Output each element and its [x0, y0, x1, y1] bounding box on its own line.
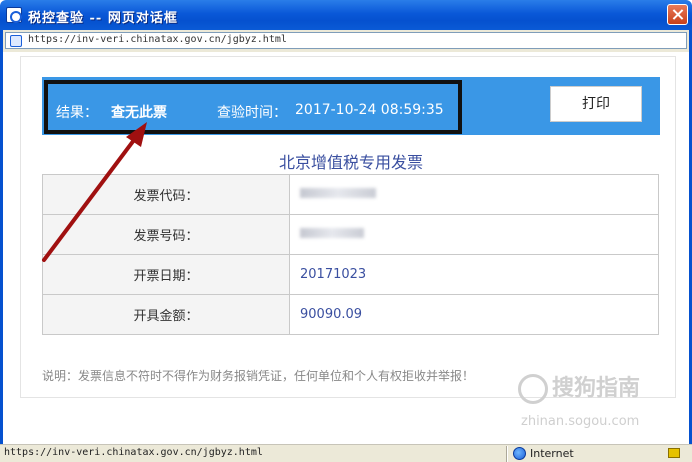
ie-app-icon [6, 7, 22, 23]
status-url: https://inv-veri.chinatax.gov.cn/jgbyz.h… [4, 447, 263, 458]
lock-icon [668, 448, 680, 458]
dialog-title: 税控查验 -- 网页对话框 [28, 11, 178, 26]
result-panel: 结果： 查无此票 查验时间： 2017-10-24 08:59:35 打印 北京… [20, 56, 676, 398]
page-icon [10, 35, 22, 47]
amount-label: 开具金额： [42, 294, 290, 335]
table-row: 发票号码： [42, 214, 659, 255]
dialog-content: 结果： 查无此票 查验时间： 2017-10-24 08:59:35 打印 北京… [0, 52, 692, 444]
globe-icon [513, 447, 526, 460]
watermark-brand: 搜狗指南 [552, 376, 641, 401]
result-label: 结果： [56, 105, 98, 121]
amount-value: 90090.09 [289, 294, 659, 335]
close-button[interactable] [667, 4, 688, 25]
address-field[interactable]: https://inv-veri.chinatax.gov.cn/jgbyz.h… [5, 32, 687, 49]
result-highlight-box: 结果： 查无此票 查验时间： 2017-10-24 08:59:35 [44, 80, 462, 134]
invoice-code-label: 发票代码： [42, 174, 290, 215]
issue-date-value: 20171023 [289, 254, 659, 295]
table-row: 开票日期： 20171023 [42, 254, 659, 295]
check-time-value: 2017-10-24 08:59:35 [295, 102, 444, 118]
invoice-info-table: 发票代码： 发票号码： 开票日期： 20171023 开具金额： 90090.0… [42, 174, 659, 335]
watermark-domain: zhinan.sogou.com [521, 414, 640, 429]
table-row: 开具金额： 90090.09 [42, 294, 659, 335]
result-bar: 结果： 查无此票 查验时间： 2017-10-24 08:59:35 打印 [42, 77, 660, 135]
disclaimer-note: 说明：发票信息不符时不得作为财务报销凭证，任何单位和个人有权拒收并举报！ [42, 369, 475, 383]
invoice-title: 北京增值税专用发票 [278, 153, 423, 172]
table-row: 发票代码： [42, 174, 659, 215]
result-value: 查无此票 [111, 105, 167, 121]
address-bar: https://inv-veri.chinatax.gov.cn/jgbyz.h… [0, 30, 692, 52]
check-time-label: 查验时间： [217, 105, 287, 121]
address-url: https://inv-veri.chinatax.gov.cn/jgbyz.h… [28, 34, 287, 45]
invoice-number-label: 发票号码： [42, 214, 290, 255]
sogou-logo-icon [518, 374, 548, 404]
invoice-code-value [289, 174, 659, 215]
security-zone: Internet [530, 447, 574, 460]
issue-date-label: 开票日期： [42, 254, 290, 295]
sogou-watermark: 搜狗指南 [518, 370, 640, 404]
print-button[interactable]: 打印 [550, 86, 642, 122]
status-divider [506, 446, 508, 462]
dialog-titlebar: 税控查验 -- 网页对话框 [0, 0, 692, 30]
invoice-number-value [289, 214, 659, 255]
status-bar: https://inv-veri.chinatax.gov.cn/jgbyz.h… [0, 444, 692, 462]
